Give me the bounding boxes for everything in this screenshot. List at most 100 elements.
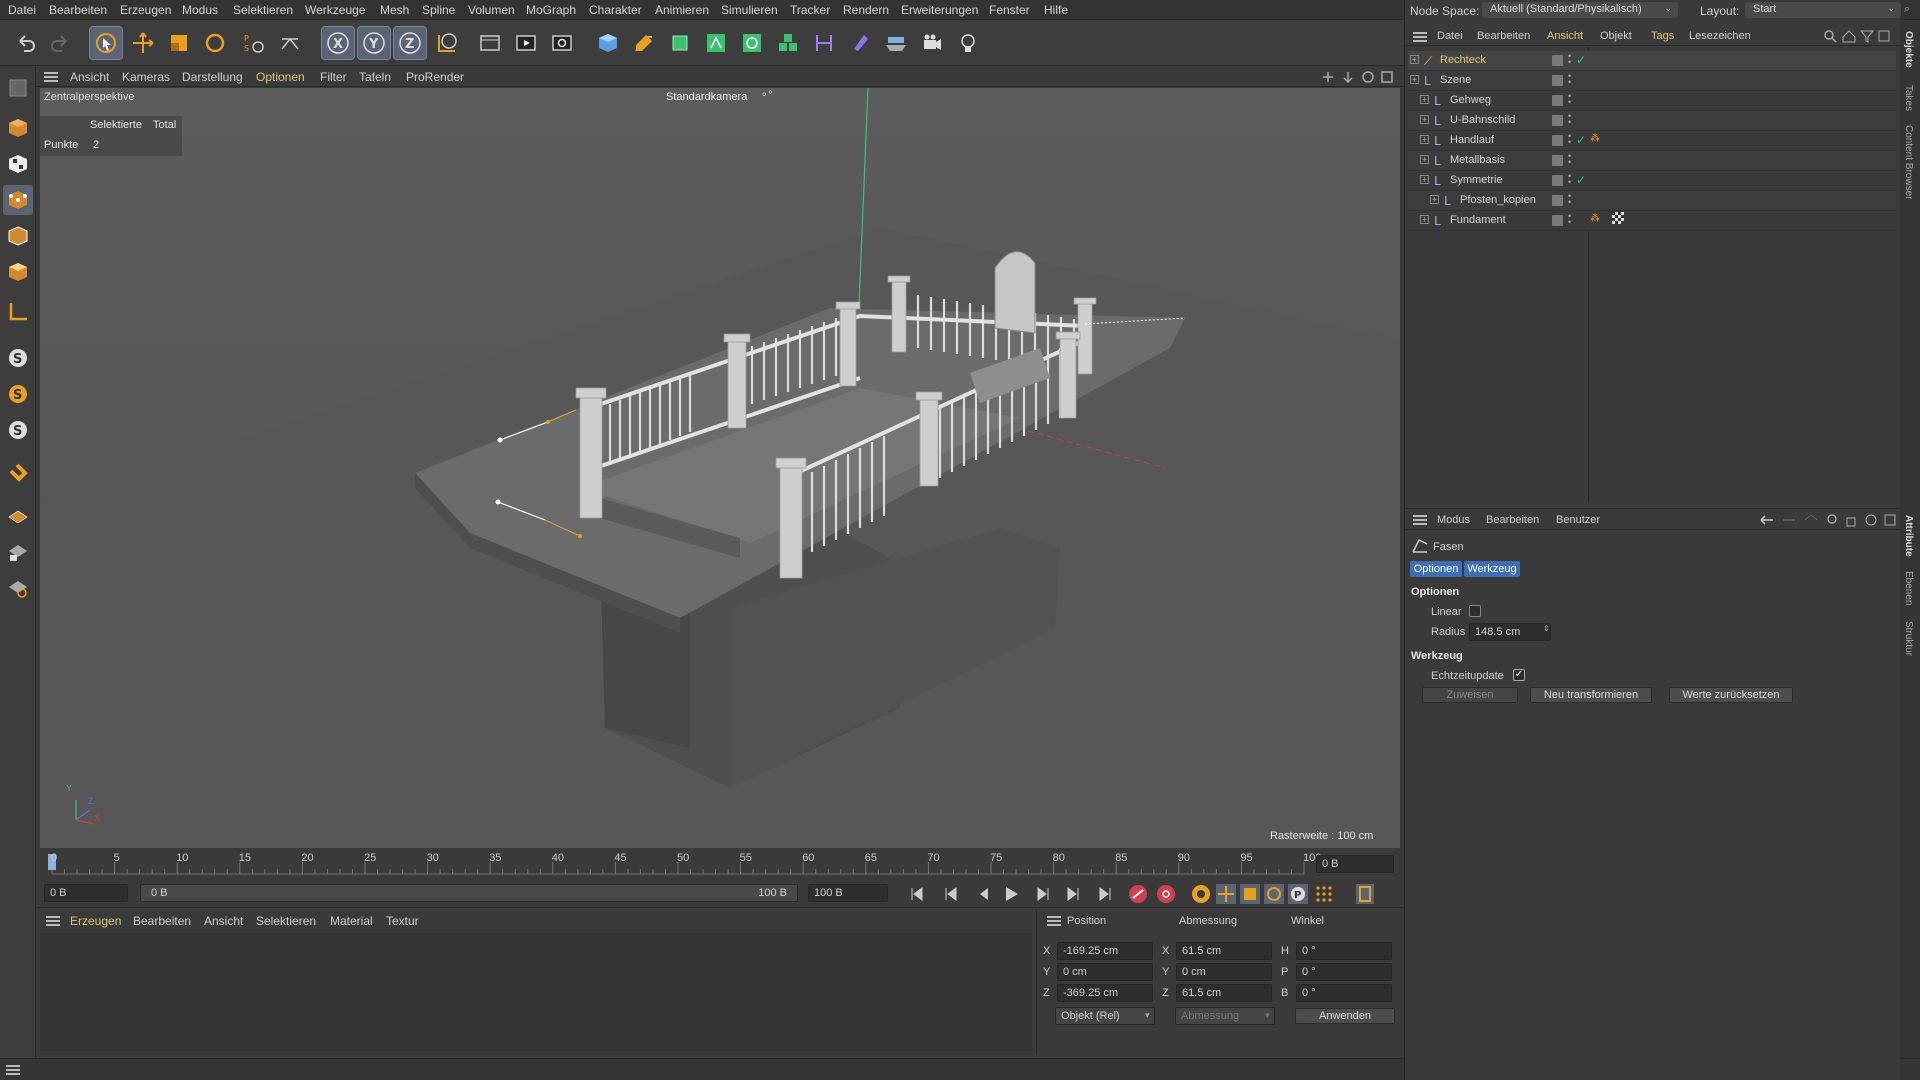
render-region-icon[interactable]	[474, 27, 506, 59]
visibility-dots-icon[interactable]: • •	[1568, 52, 1571, 67]
model-mode-icon[interactable]	[3, 113, 33, 143]
edit-toggle-icon[interactable]	[1552, 175, 1563, 186]
floor-icon[interactable]	[880, 27, 912, 59]
mat-menu-material[interactable]: Material	[330, 914, 373, 928]
menu-selektieren[interactable]: Selektieren	[233, 3, 293, 17]
camera-link-icon[interactable]: ⚬°	[760, 90, 772, 101]
size-x-field[interactable]: 61.5 cm	[1176, 942, 1272, 960]
realtime-checkbox[interactable]: ✓	[1513, 669, 1525, 681]
side-tab-objekte[interactable]: Objekte	[1903, 31, 1914, 68]
object-row[interactable]: + ᒪ U-Bahnschild • •	[1408, 111, 1896, 131]
cloner-icon[interactable]	[736, 27, 768, 59]
obj-menu-bearbeiten[interactable]: Bearbeiten	[1477, 30, 1530, 42]
enabled-check-icon[interactable]: ✓	[1576, 133, 1586, 147]
menu-modus[interactable]: Modus	[182, 3, 218, 17]
position-x-field[interactable]: -169.25 cm	[1057, 942, 1153, 960]
magnet-icon[interactable]	[3, 459, 33, 489]
timeline-ruler[interactable]: 0 5 10 15 20 25 30 35 40 45 50 55 60 65 70 75 80 85 90 95 10…	[36, 850, 1404, 878]
edit-toggle-icon[interactable]	[1552, 55, 1563, 66]
menu-hilfe[interactable]: Hilfe	[1044, 3, 1068, 17]
x-axis-icon[interactable]: X	[321, 26, 355, 60]
visibility-dots-icon[interactable]: • •	[1568, 212, 1571, 227]
object-row[interactable]: + ⟋ Rechteck • • ✓	[1408, 51, 1896, 71]
material-menu-icon[interactable]	[46, 916, 60, 926]
tag-icon[interactable]: ⁂	[1590, 213, 1600, 224]
object-row[interactable]: + ᒪ Metallbasis • •	[1408, 151, 1896, 171]
edit-toggle-icon[interactable]	[1552, 155, 1563, 166]
transform-icon[interactable]: PS	[238, 27, 270, 59]
objects-menu-icon[interactable]	[1413, 32, 1427, 42]
radius-stepper-icon[interactable]: ⇕	[1543, 624, 1550, 633]
menu-charakter[interactable]: Charakter	[589, 3, 642, 17]
mat-menu-erzeugen[interactable]: Erzeugen	[70, 914, 121, 928]
status-menu-icon[interactable]	[6, 1065, 20, 1075]
visibility-dots-icon[interactable]: • •	[1568, 72, 1571, 87]
coords-menu-icon[interactable]	[1047, 916, 1061, 926]
points-mode-icon[interactable]	[3, 185, 33, 215]
menu-erzeugen[interactable]: Erzeugen	[120, 3, 171, 17]
edit-toggle-icon[interactable]	[1552, 215, 1563, 226]
enabled-check-icon[interactable]: ✓	[1576, 173, 1586, 187]
vp-menu-ansicht[interactable]: Ansicht	[70, 70, 109, 84]
object-row[interactable]: + ᒪ Handlauf • • ✓	[1408, 131, 1896, 151]
menu-erweiterungen[interactable]: Erweiterungen	[901, 3, 978, 17]
expand-toggle-icon[interactable]: +	[1420, 215, 1429, 224]
menu-animieren[interactable]: Animieren	[655, 3, 709, 17]
make-editable-icon[interactable]	[3, 73, 33, 103]
snap-icon[interactable]: S	[3, 343, 33, 373]
side-tab-content-browser[interactable]: Content Browser	[1903, 125, 1914, 199]
size-y-field[interactable]: 0 cm	[1176, 963, 1272, 981]
array-icon[interactable]	[700, 27, 732, 59]
menu-spline[interactable]: Spline	[422, 3, 455, 17]
reset-values-button[interactable]: Werte zurücksetzen	[1669, 687, 1793, 703]
pen-icon[interactable]	[628, 27, 660, 59]
menu-datei[interactable]: Datei	[8, 3, 36, 17]
node-space-select[interactable]: Aktuell (Standard/Physikalisch) ⌄	[1482, 2, 1678, 18]
vp-menu-tafeln[interactable]: Tafeln	[359, 70, 391, 84]
assign-button[interactable]: Zuweisen	[1422, 687, 1518, 703]
material-tag-icon[interactable]	[1612, 212, 1624, 224]
camera-label[interactable]: Standardkamera	[666, 91, 747, 103]
expand-toggle-icon[interactable]: +	[1420, 95, 1429, 104]
scale-icon[interactable]	[163, 27, 195, 59]
menu-simulieren[interactable]: Simulieren	[721, 3, 778, 17]
menu-bearbeiten[interactable]: Bearbeiten	[49, 3, 107, 17]
visibility-dots-icon[interactable]: • •	[1568, 132, 1571, 147]
vp-menu-darstellung[interactable]: Darstellung	[182, 70, 243, 84]
menu-volumen[interactable]: Volumen	[468, 3, 515, 17]
edit-toggle-icon[interactable]	[1552, 75, 1563, 86]
vp-menu-optionen[interactable]: Optionen	[256, 70, 305, 84]
visibility-dots-icon[interactable]: • •	[1568, 192, 1571, 207]
visibility-dots-icon[interactable]: • •	[1568, 112, 1571, 127]
visibility-dots-icon[interactable]: • •	[1568, 92, 1571, 107]
menu-werkzeuge[interactable]: Werkzeuge	[305, 3, 365, 17]
visibility-dots-icon[interactable]: • •	[1568, 172, 1571, 187]
attributes-toolbar-icons[interactable]	[1759, 513, 1899, 527]
frame-range-slider[interactable]: 0 B 100 B	[140, 884, 798, 902]
quantize-icon[interactable]: S	[3, 415, 33, 445]
obj-menu-ansicht[interactable]: Ansicht	[1547, 30, 1583, 42]
edit-toggle-icon[interactable]	[1552, 95, 1563, 106]
rotation-b-field[interactable]: 0 °	[1296, 984, 1392, 1002]
y-axis-icon[interactable]: Y	[357, 26, 391, 60]
polygons-mode-icon[interactable]	[3, 257, 33, 287]
snap-settings-icon[interactable]: S	[3, 379, 33, 409]
edit-toggle-icon[interactable]	[1552, 135, 1563, 146]
object-row[interactable]: + ᒪ Gehweg • •	[1408, 91, 1896, 111]
mat-menu-textur[interactable]: Textur	[386, 914, 419, 928]
light-icon[interactable]	[952, 27, 984, 59]
side-tab-attribute[interactable]: Attribute	[1903, 515, 1914, 557]
obj-menu-datei[interactable]: Datei	[1437, 30, 1463, 42]
object-row[interactable]: + ᒪ Symmetrie • • ✓	[1408, 171, 1896, 191]
edges-mode-icon[interactable]	[3, 221, 33, 251]
cube-icon[interactable]	[592, 27, 624, 59]
position-z-field[interactable]: -369.25 cm	[1057, 984, 1153, 1002]
paint-icon[interactable]	[844, 27, 876, 59]
apply-button[interactable]: Anwenden	[1295, 1008, 1395, 1024]
world-icon[interactable]	[431, 27, 463, 59]
attr-menu-benutzer[interactable]: Benutzer	[1556, 514, 1600, 526]
expand-toggle-icon[interactable]: +	[1420, 135, 1429, 144]
end-frame-field[interactable]: 100 B	[808, 884, 888, 902]
tab-werkzeug[interactable]: Werkzeug	[1464, 561, 1520, 577]
texture-mode-icon[interactable]	[3, 149, 33, 179]
